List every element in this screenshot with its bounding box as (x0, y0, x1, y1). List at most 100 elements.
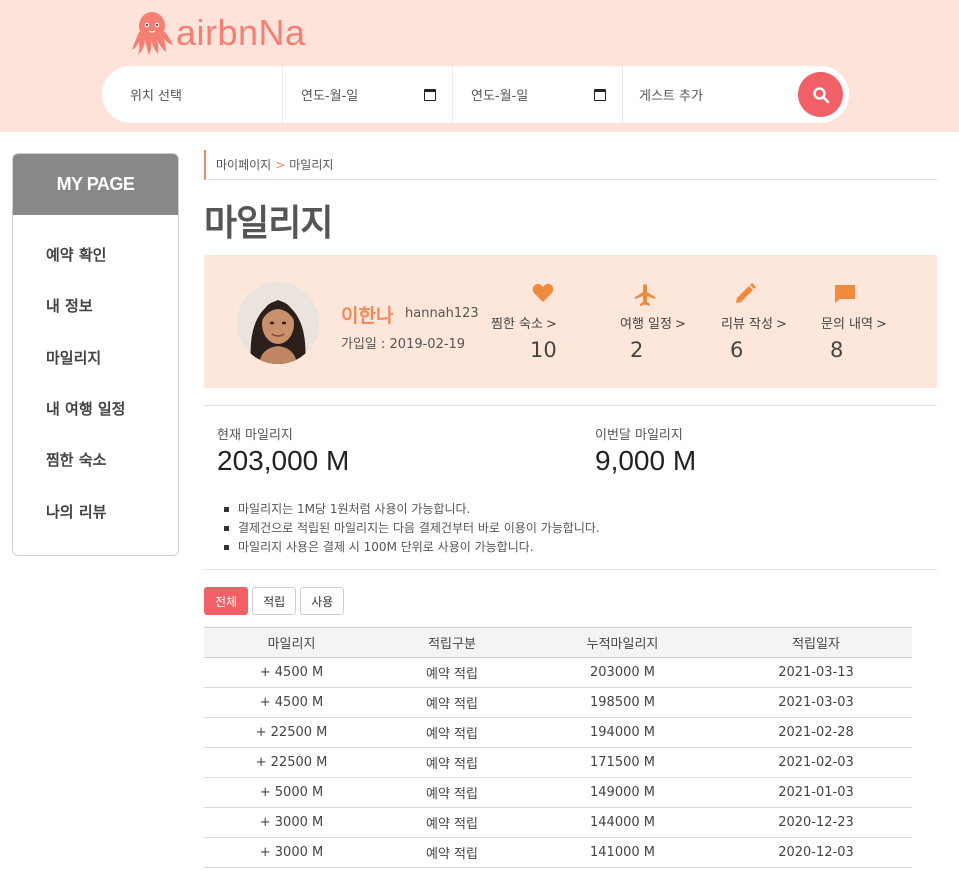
filter-tabs: 전체 적립 사용 (204, 587, 345, 615)
logo-text: airbnNa (176, 12, 306, 53)
stat-trips[interactable]: 여행 일정 > 2 (605, 283, 695, 362)
table-cell: 예약 적립 (379, 747, 525, 778)
location-placeholder: 위치 선택 (130, 89, 182, 104)
breadcrumb-current: 마일리지 (289, 158, 334, 172)
table-cell: 2020-12-03 (720, 837, 912, 868)
checkin-placeholder: 연도-월-일 (301, 89, 359, 104)
checkin-date-input[interactable]: 연도-월-일 (282, 66, 452, 123)
note-item: 마일리지 사용은 결제 시 100M 단위로 사용이 가능합니다. (222, 538, 600, 557)
column-header: 누적마일리지 (525, 627, 720, 658)
table-cell: 141000 M (525, 837, 720, 868)
table-row: + 22500 M 예약 적립 194000 M 2021-02-28 (204, 717, 912, 748)
avatar (237, 282, 319, 364)
join-date: 가입일 : 2019-02-19 (341, 337, 466, 352)
column-header: 적립구분 (379, 627, 525, 658)
stat-count: 2 (630, 338, 644, 362)
table-cell: + 5000 M (204, 777, 379, 808)
table-cell: + 3000 M (204, 807, 379, 838)
table-cell: + 22500 M (204, 717, 379, 748)
stat-count: 6 (730, 338, 744, 362)
breadcrumb: 마이페이지 > 마일리지 (204, 150, 937, 180)
sidebar-title: MY PAGE (13, 154, 178, 215)
stat-label: 문의 내역 (821, 317, 873, 332)
heart-icon (491, 283, 595, 307)
table-cell: 예약 적립 (379, 837, 525, 868)
table-cell: + 3000 M (204, 837, 379, 868)
mileage-summary: 현재 마일리지 203,000 M 이번달 마일리지 9,000 M 마일리지는… (204, 405, 937, 570)
sidebar-item-wishlist[interactable]: 찜한 숙소 (13, 434, 178, 485)
table-cell: 예약 적립 (379, 657, 525, 688)
checkout-date-input[interactable]: 연도-월-일 (452, 66, 622, 123)
page-title: 마일리지 (204, 203, 333, 244)
user-name: 이한나 (341, 305, 394, 327)
calendar-icon[interactable] (424, 88, 436, 101)
profile-card: 이한나 hannah123 가입일 : 2019-02-19 찜한 숙소 > 10… (204, 255, 937, 388)
mypage-sidebar: MY PAGE 예약 확인 내 정보 마일리지 내 여행 일정 찜한 숙소 나의… (12, 153, 179, 556)
table-cell: 2021-02-28 (720, 717, 912, 748)
table-cell: + 22500 M (204, 747, 379, 778)
breadcrumb-separator: > (275, 157, 286, 172)
table-cell: 198500 M (525, 687, 720, 718)
breadcrumb-parent[interactable]: 마이페이지 (216, 156, 271, 173)
location-input[interactable]: 위치 선택 (102, 66, 282, 123)
table-cell: 144000 M (525, 807, 720, 838)
table-cell: 2020-12-23 (720, 807, 912, 838)
guest-placeholder: 게스트 추가 (639, 89, 703, 104)
guest-input[interactable]: 게스트 추가 (622, 66, 782, 123)
sidebar-item-my-trips[interactable]: 내 여행 일정 (13, 383, 178, 434)
filter-all-button[interactable]: 전체 (204, 587, 249, 615)
checkout-placeholder: 연도-월-일 (471, 89, 529, 104)
stat-wishlist[interactable]: 찜한 숙소 > 10 (491, 283, 595, 362)
table-row: + 5000 M 예약 적립 149000 M 2021-01-03 (204, 777, 912, 808)
table-header-row: 마일리지 적립구분 누적마일리지 적립일자 (204, 627, 912, 658)
site-header: airbnNa 위치 선택 연도-월-일 연도-월-일 게스트 추가 (0, 0, 959, 132)
stat-label: 여행 일정 (620, 317, 672, 332)
table-cell: 2021-02-03 (720, 747, 912, 778)
stat-reviews[interactable]: 리뷰 작성 > 6 (705, 283, 795, 362)
table-cell: 예약 적립 (379, 777, 525, 808)
search-icon (812, 86, 829, 103)
table-row: + 4500 M 예약 적립 203000 M 2021-03-13 (204, 657, 912, 688)
sidebar-item-mileage[interactable]: 마일리지 (13, 332, 178, 383)
pencil-icon (695, 283, 795, 307)
mileage-history-table: 마일리지 적립구분 누적마일리지 적립일자 + 4500 M 예약 적립 203… (204, 627, 912, 868)
table-cell: 2021-01-03 (720, 777, 912, 808)
table-row: + 3000 M 예약 적립 141000 M 2020-12-03 (204, 837, 912, 868)
table-row: + 3000 M 예약 적립 144000 M 2020-12-23 (204, 807, 912, 838)
table-row: + 22500 M 예약 적립 171500 M 2021-02-03 (204, 747, 912, 778)
table-cell: + 4500 M (204, 657, 379, 688)
current-mileage-label: 현재 마일리지 (217, 428, 293, 443)
current-mileage-value: 203,000 M (217, 445, 350, 476)
table-row: + 4500 M 예약 적립 198500 M 2021-03-03 (204, 687, 912, 718)
column-header: 적립일자 (720, 627, 912, 658)
note-item: 결제건으로 적립된 마일리지는 다음 결제건부터 바로 이용이 가능합니다. (222, 519, 600, 538)
table-cell: 예약 적립 (379, 807, 525, 838)
stat-inquiries[interactable]: 문의 내역 > 8 (805, 283, 895, 362)
table-cell: 2021-03-03 (720, 687, 912, 718)
filter-used-button[interactable]: 사용 (300, 587, 345, 615)
octopus-logo-icon (132, 12, 173, 55)
table-cell: 149000 M (525, 777, 720, 808)
mileage-notes: 마일리지는 1M당 1원처럼 사용이 가능합니다. 결제건으로 적립된 마일리지… (222, 500, 600, 557)
airplane-icon (595, 283, 695, 307)
monthly-mileage-label: 이번달 마일리지 (595, 428, 683, 443)
sidebar-item-my-info[interactable]: 내 정보 (13, 280, 178, 331)
search-bar: 위치 선택 연도-월-일 연도-월-일 게스트 추가 (102, 66, 849, 123)
logo[interactable]: airbnNa (130, 8, 306, 58)
filter-earned-button[interactable]: 적립 (252, 587, 297, 615)
sidebar-item-my-reviews[interactable]: 나의 리뷰 (13, 485, 178, 536)
table-cell: 203000 M (525, 657, 720, 688)
calendar-icon[interactable] (594, 88, 606, 101)
monthly-mileage-value: 9,000 M (595, 445, 697, 476)
table-cell: + 4500 M (204, 687, 379, 718)
sidebar-item-reservations[interactable]: 예약 확인 (13, 229, 178, 280)
table-cell: 예약 적립 (379, 687, 525, 718)
sidebar-menu: 예약 확인 내 정보 마일리지 내 여행 일정 찜한 숙소 나의 리뷰 (13, 215, 178, 537)
search-button[interactable] (798, 72, 843, 117)
user-id: hannah123 (405, 306, 479, 321)
main-content: 마이페이지 > 마일리지 마일리지 이한나 hannah123 가입일 : 20… (204, 150, 937, 868)
stat-label: 리뷰 작성 (721, 317, 773, 332)
stat-count: 10 (530, 338, 557, 362)
table-cell: 194000 M (525, 717, 720, 748)
note-item: 마일리지는 1M당 1원처럼 사용이 가능합니다. (222, 500, 600, 519)
